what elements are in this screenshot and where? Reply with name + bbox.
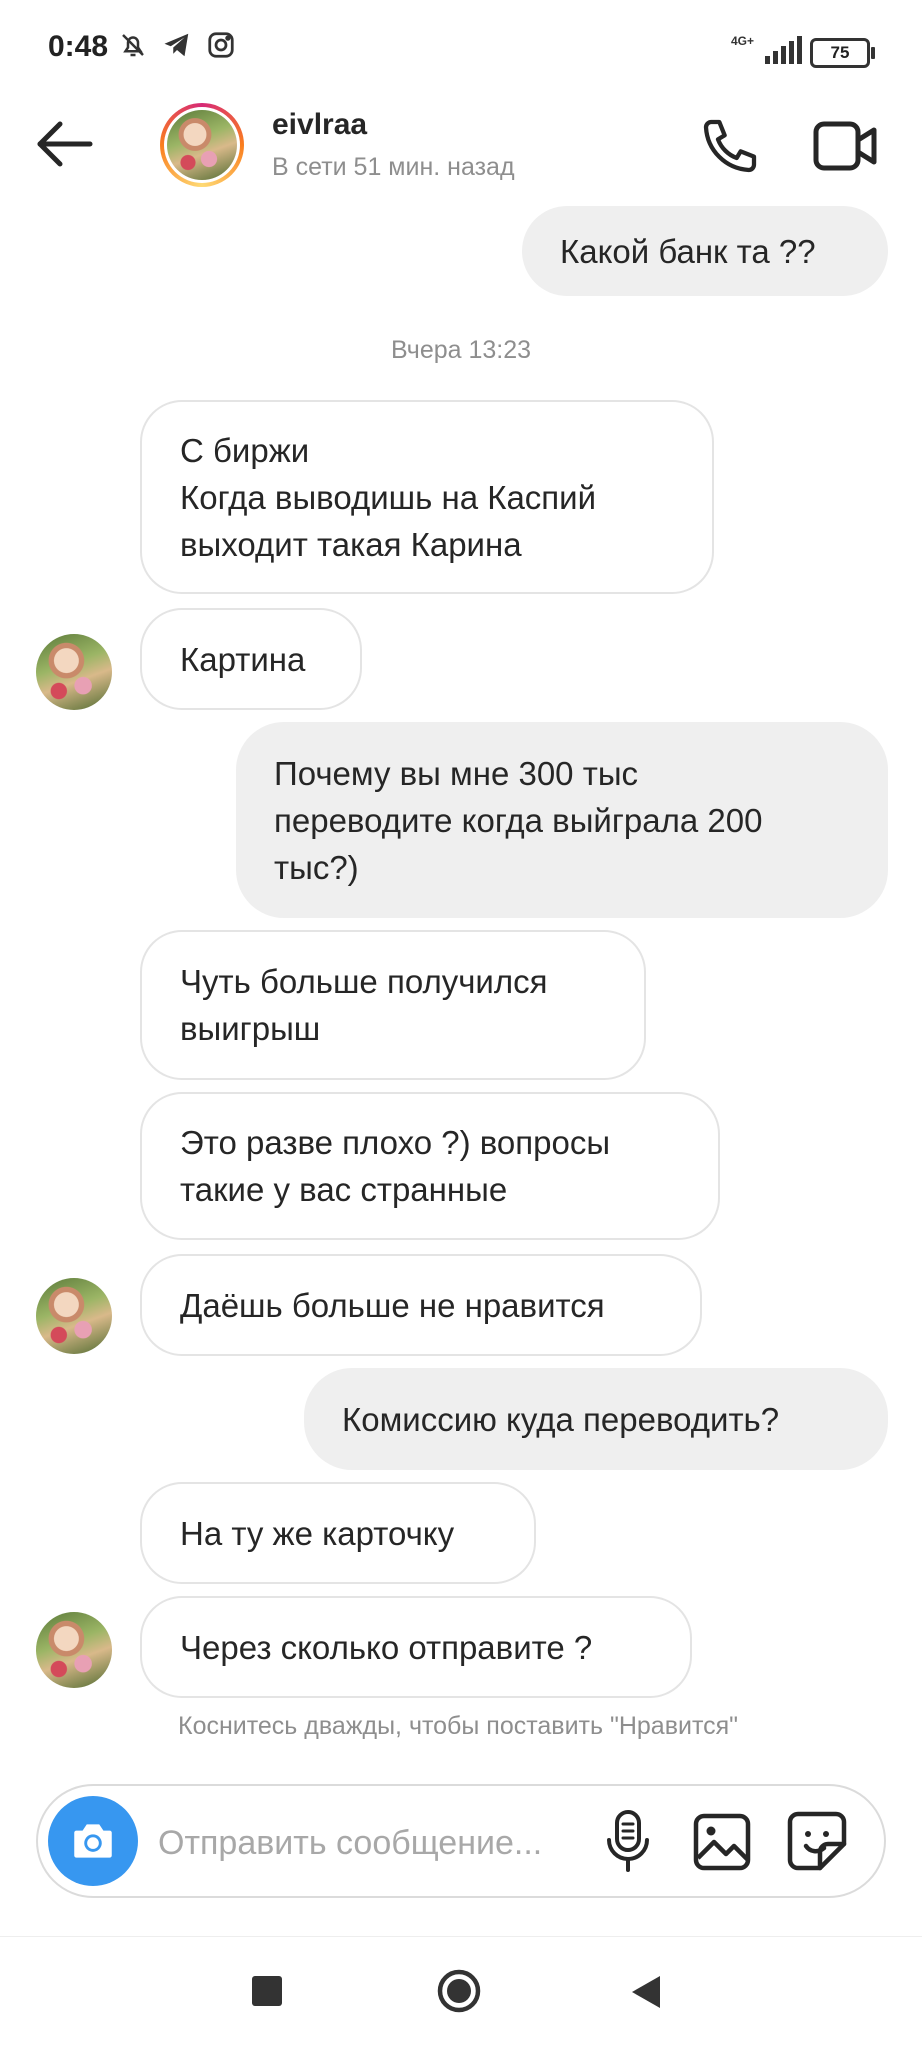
message-bubble-incoming[interactable]: С биржи Когда выводишь на Каспий выходит… (140, 400, 714, 594)
message-bubble-outgoing[interactable]: Почему вы мне 300 тыс переводите когда в… (236, 722, 888, 918)
message-bubble-incoming[interactable]: Чуть больше получился выигрыш (140, 930, 646, 1080)
status-notification-icons (118, 30, 236, 60)
telegram-icon (164, 33, 189, 57)
camera-icon (74, 1824, 112, 1858)
message-bubble-incoming[interactable]: Даёшь больше не нравится (140, 1254, 702, 1356)
avatar-photo (167, 110, 237, 180)
message-bubble-outgoing[interactable]: Какой банк та ?? (522, 206, 888, 296)
message-text: Это разве плохо ?) вопросы такие у вас с… (180, 1124, 611, 1208)
camera-button[interactable] (48, 1796, 138, 1886)
network-type: 4G+ (730, 34, 754, 48)
message-bubble-incoming[interactable]: Картина (140, 608, 362, 710)
message-text: Почему вы мне 300 тыс переводите когда в… (274, 754, 763, 886)
status-time: 0:48 (48, 30, 109, 63)
chat-username[interactable]: eivlraa (272, 108, 367, 142)
message-bubble-incoming[interactable]: На ту же карточку (140, 1482, 536, 1584)
date-divider: Вчера 13:23 (390, 336, 532, 364)
message-text: Какой банк та ?? (560, 232, 816, 270)
message-input[interactable] (156, 1812, 590, 1874)
message-text: С биржи Когда выводишь на Каспий выходит… (180, 431, 597, 563)
sender-avatar[interactable] (36, 1278, 112, 1354)
message-bubble-incoming[interactable]: Это разве плохо ?) вопросы такие у вас с… (140, 1092, 720, 1240)
signal-strength-icon (765, 36, 802, 64)
message-text: Даёшь больше не нравится (180, 1286, 605, 1324)
phone-call-icon[interactable] (698, 114, 762, 178)
online-status: В сети 51 мин. назад (272, 153, 515, 181)
message-text: Картина (180, 640, 306, 678)
message-text: Чуть больше получился выигрыш (180, 963, 548, 1047)
recents-button[interactable] (252, 1976, 282, 2006)
instagram-icon (208, 32, 234, 58)
home-button[interactable] (436, 1968, 482, 2014)
message-text: Комиссию куда переводить? (342, 1400, 780, 1438)
sender-avatar[interactable] (36, 1612, 112, 1688)
sender-avatar[interactable] (36, 634, 112, 710)
message-text: На ту же карточку (180, 1514, 455, 1552)
microphone-icon[interactable] (600, 1808, 656, 1874)
message-bubble-incoming[interactable]: Через сколько отправите ? (140, 1596, 692, 1698)
back-triangle-icon[interactable] (626, 1972, 666, 2012)
message-bubble-outgoing[interactable]: Комиссию куда переводить? (304, 1368, 888, 1470)
muted-bell-icon (122, 34, 144, 57)
double-tap-like-hint: Коснитесь дважды, чтобы поставить "Нрави… (178, 1712, 739, 1740)
back-arrow-icon[interactable] (32, 116, 96, 172)
sticker-icon[interactable] (786, 1810, 848, 1872)
gallery-icon[interactable] (692, 1812, 752, 1872)
message-text: Через сколько отправите ? (180, 1628, 593, 1666)
battery-icon: 75 (810, 38, 875, 68)
avatar-frame (164, 107, 240, 183)
profile-avatar[interactable] (160, 103, 244, 187)
video-call-icon[interactable] (812, 118, 878, 174)
